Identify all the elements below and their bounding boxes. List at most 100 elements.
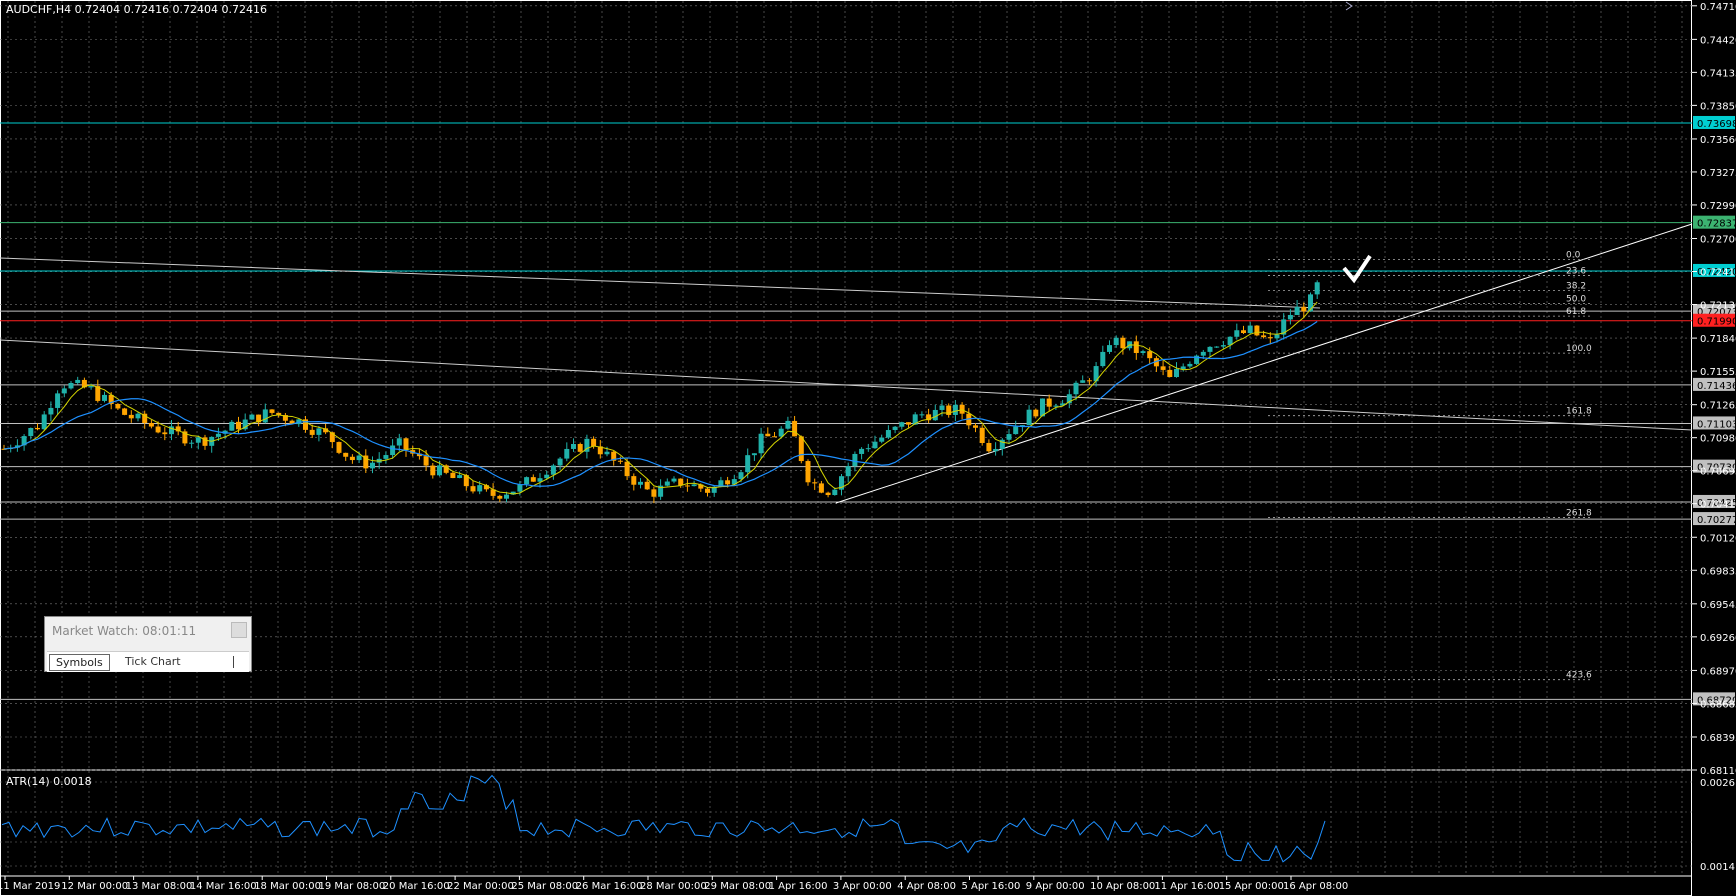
candle-body [745,455,751,473]
candle-body [517,484,523,492]
candle-body [524,477,530,485]
candle-body [249,414,255,420]
candle-body [269,409,275,413]
candle-body [899,422,905,427]
candle-body [1180,366,1186,370]
tab-tick-chart[interactable]: Tick Chart [119,654,187,669]
time-label: 12 Mar 00:00 [61,881,128,892]
candle-body [530,477,536,482]
candle-body [75,379,81,383]
candle-body [195,437,201,443]
price-tick-label: 0.72415 [1700,268,1736,279]
time-label: 20 Mar 16:00 [383,881,450,892]
candle-body [1314,282,1320,295]
fib-level-label: 161.8 [1566,407,1592,417]
candle-body [504,494,509,499]
candle-body [932,409,938,421]
moving-average-fast [3,301,1318,495]
time-label: 10 Apr 08:00 [1090,881,1155,892]
candle-body [1160,366,1166,370]
moving-average-slow [3,320,1318,487]
tab-symbols[interactable]: Symbols [49,654,110,671]
candle-body [1100,351,1106,367]
price-tick-label: 0.74420 [1700,35,1736,46]
candle-body [751,453,757,456]
time-label: 19 Mar 08:00 [319,881,386,892]
price-tick-label: 0.72990 [1700,201,1736,212]
time-label: 25 Mar 08:00 [511,881,578,892]
candle-body [457,475,463,479]
candle-body [986,442,992,452]
candle-body [852,453,858,467]
candle-body [1147,351,1153,359]
price-tick-label: 0.68685 [1700,699,1736,710]
candle-body [906,422,911,425]
candle-body [631,476,637,485]
time-label: 28 Mar 00:00 [640,881,707,892]
price-level-label: 0.73698 [1697,119,1736,130]
price-tick-label: 0.70120 [1700,533,1736,544]
price-tick-label: 0.74135 [1700,68,1736,79]
candle-body [262,409,268,423]
fib-level-label: 23.6 [1566,267,1586,277]
candle-body [664,481,670,486]
candle-body [946,405,952,415]
price-tick-label: 0.69545 [1700,600,1736,611]
candle-body [805,461,811,483]
price-tick-label: 0.69260 [1700,633,1736,644]
price-tick-label: 0.73560 [1700,135,1736,146]
price-level-label: 0.71103 [1697,419,1736,430]
close-icon[interactable] [231,622,247,638]
price-tick-label: 0.73275 [1700,168,1736,179]
time-label: 18 Mar 00:00 [254,881,321,892]
candle-body [812,482,818,484]
candle-body [1174,369,1179,378]
atr-line [1,774,1326,863]
candle-body [571,443,576,449]
candle-body [1214,346,1220,348]
fib-level-label: 61.8 [1566,307,1586,317]
candle-body [1107,345,1112,352]
candle-body [865,448,871,450]
time-label: 4 Apr 08:00 [897,881,956,892]
candle-body [68,382,74,389]
horizontal-levels: 0.736980.728370.724200.720730.719900.714… [0,115,1736,706]
atr-title: ATR(14) 0.0018 [6,775,92,788]
resistance-trendline [0,257,1321,309]
candle-body [758,433,764,454]
candle-body [437,465,442,476]
candle-body [651,489,657,497]
fib-level-label: 423.6 [1566,671,1592,681]
candle-body [349,456,355,461]
price-tick-label: 0.71555 [1700,367,1736,378]
time-label: 16 Apr 08:00 [1283,881,1348,892]
fib-level-label: 261.8 [1566,509,1592,519]
candle-body [859,448,865,454]
candle-body [684,485,690,487]
chart-canvas[interactable]: 0.736980.728370.724200.720730.719900.714… [0,0,1736,896]
candle-body [1080,380,1086,383]
candle-body [678,478,684,486]
candle-body [430,465,436,476]
candle-body [1187,363,1193,367]
support-trendline [835,223,1693,504]
candle-body [309,429,315,435]
market-watch-title: Market Watch: 08:01:11 [52,624,197,638]
candle-body [383,455,389,459]
candle-body [617,460,623,462]
candle-body [115,403,121,409]
moving-averages [3,301,1318,495]
candle-body [122,408,128,415]
time-label: 26 Mar 16:00 [576,881,643,892]
atr-tick-label: 0.0014 [1700,862,1735,873]
candle-body [1241,330,1246,334]
candle-body [135,413,141,419]
candle-body [35,427,40,430]
candle-body [1261,335,1267,338]
market-watch-panel[interactable]: Market Watch: 08:01:11 Symbols Tick Char… [44,616,252,672]
price-tick-label: 0.68110 [1700,766,1736,777]
candle-body [1120,337,1126,349]
candle-body [845,466,851,477]
candle-body [28,427,34,437]
atr-indicator-line [1,774,1326,863]
